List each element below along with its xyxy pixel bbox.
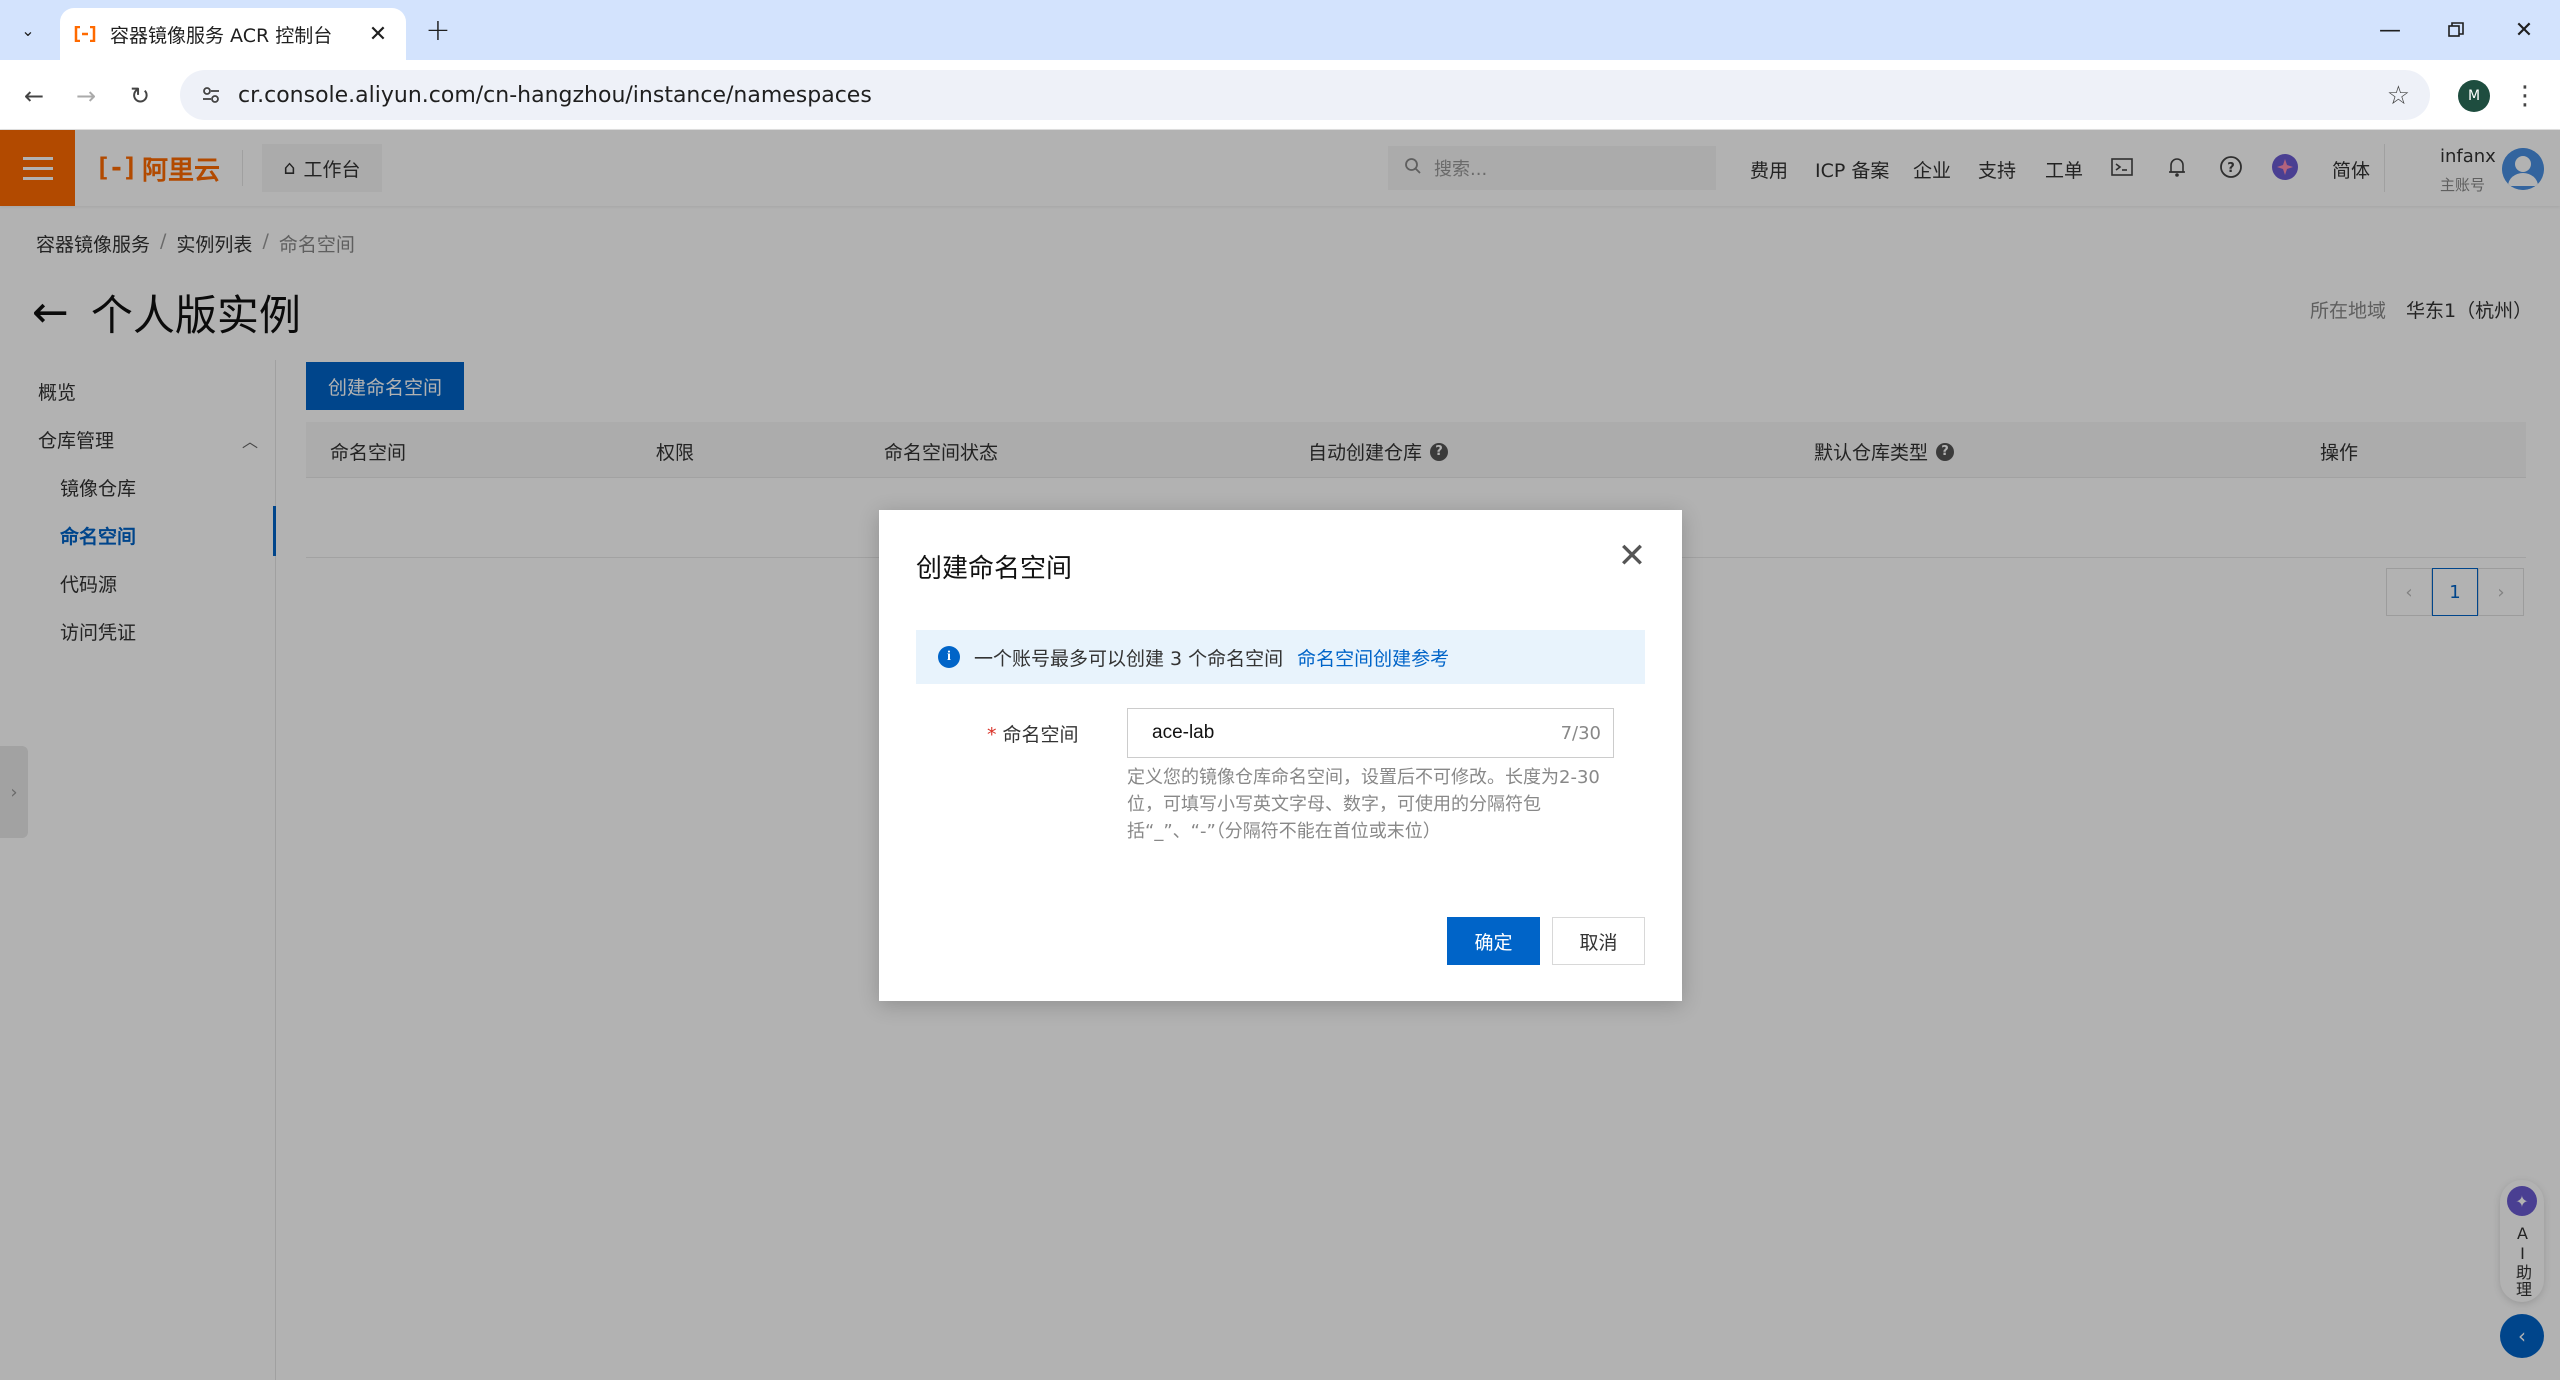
create-namespace-dialog: 创建命名空间 ✕ i 一个账号最多可以创建 3 个命名空间 命名空间创建参考 *… [879, 510, 1682, 1001]
browser-menu-icon[interactable]: ⋮ [2510, 78, 2540, 114]
aliyun-favicon-icon [74, 23, 96, 45]
confirm-button[interactable]: 确定 [1447, 917, 1540, 965]
close-window-icon[interactable]: ✕ [2494, 10, 2554, 50]
reload-icon[interactable]: ↻ [122, 78, 158, 114]
tab-search-chevron-icon[interactable]: ⌄ [12, 14, 44, 46]
field-label-text: 命名空间 [1002, 724, 1079, 746]
field-help-text: 定义您的镜像仓库命名空间，设置后不可修改。长度为2-30位，可填写小写英文字母、… [1127, 767, 1600, 842]
omnibox[interactable]: cr.console.aliyun.com/cn-hangzhou/instan… [180, 70, 2430, 120]
required-marker: * [987, 724, 997, 746]
namespace-reference-link[interactable]: 命名空间创建参考 [1297, 644, 1449, 671]
new-tab-icon[interactable]: + [420, 12, 456, 48]
info-notice: i 一个账号最多可以创建 3 个命名空间 命名空间创建参考 [916, 630, 1645, 684]
back-icon[interactable]: ← [16, 78, 52, 114]
minimize-icon[interactable]: — [2360, 10, 2420, 50]
char-counter: 7/30 [1560, 722, 1601, 744]
cancel-button[interactable]: 取消 [1552, 917, 1645, 965]
profile-avatar[interactable]: M [2458, 80, 2490, 112]
info-icon: i [938, 646, 960, 668]
restore-icon[interactable] [2426, 10, 2486, 50]
tab-title: 容器镜像服务 ACR 控制台 [110, 24, 333, 47]
bookmark-star-icon[interactable]: ☆ [2387, 81, 2410, 111]
close-icon[interactable]: ✕ [1614, 536, 1650, 576]
notice-text: 一个账号最多可以创建 3 个命名空间 [974, 647, 1284, 670]
tab-close-icon[interactable]: ✕ [364, 22, 392, 47]
address-bar: ← → ↻ cr.console.aliyun.com/cn-hangzhou/… [0, 60, 2560, 130]
site-info-icon[interactable] [196, 80, 226, 110]
namespace-field-label: * 命名空间 [987, 720, 1079, 747]
forward-icon[interactable]: → [68, 78, 104, 114]
namespace-input-wrapper: 7/30 [1127, 708, 1614, 758]
browser-tab-bar: ⌄ 容器镜像服务 ACR 控制台 ✕ + — ✕ [0, 0, 2560, 60]
namespace-input[interactable] [1152, 722, 1561, 744]
url-text: cr.console.aliyun.com/cn-hangzhou/instan… [238, 82, 872, 108]
dialog-title: 创建命名空间 [916, 554, 1073, 584]
browser-tab[interactable]: 容器镜像服务 ACR 控制台 ✕ [60, 8, 406, 60]
